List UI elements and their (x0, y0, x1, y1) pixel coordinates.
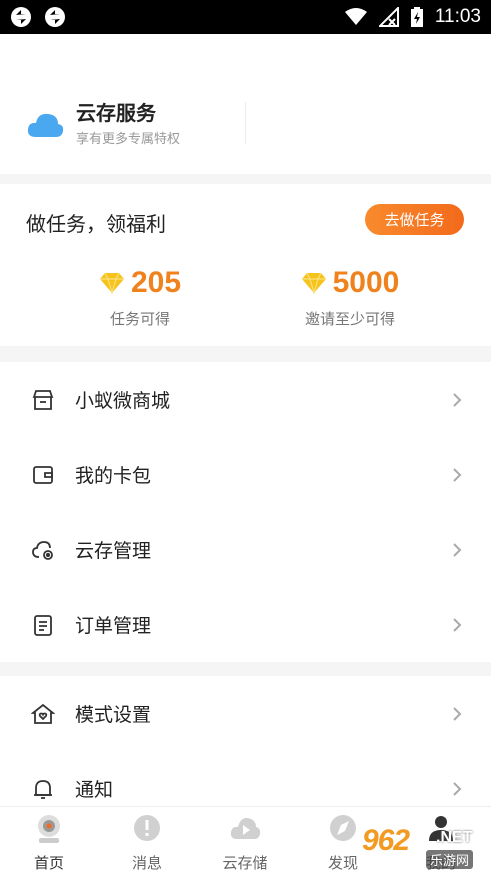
status-bar: 11:03 (0, 0, 491, 34)
sync-icon (10, 6, 32, 28)
bell-icon (31, 777, 55, 801)
chevron-right-icon (451, 706, 463, 722)
task-reward-value: 205 (130, 266, 182, 299)
no-signal-icon (378, 7, 399, 27)
status-time: 11:03 (434, 6, 481, 27)
wallet-icon (31, 463, 55, 487)
sync-icon (44, 6, 66, 28)
cloud-settings-icon (31, 538, 55, 562)
menu-item-mode-settings[interactable]: 模式设置 (0, 676, 491, 751)
chevron-right-icon (451, 467, 463, 483)
cloud-service-title: 云存服务 (76, 101, 156, 125)
diamond-icon (301, 272, 327, 296)
compass-icon (327, 813, 359, 845)
menu-label: 模式设置 (75, 704, 152, 726)
watermark-suffix: .NET (436, 829, 473, 846)
diamond-icon (99, 272, 125, 296)
task-reward-label: 任务可得 (109, 310, 170, 328)
tab-messages[interactable]: 消息 (98, 807, 196, 874)
task-panel: 做任务，领福利 去做任务 205 任务可得 5000 邀请至少可得 (0, 184, 491, 346)
tab-home[interactable]: 首页 (0, 807, 98, 874)
menu-label: 订单管理 (75, 615, 152, 637)
camera-icon (33, 813, 65, 845)
divider (245, 102, 246, 144)
tab-cloud-storage[interactable]: 云存储 (196, 807, 294, 874)
task-title: 做任务，领福利 (26, 212, 166, 236)
shop-icon (31, 388, 55, 412)
watermark-subtitle: 乐游网 (426, 850, 474, 869)
menu-item-cloud-manage[interactable]: 云存管理 (0, 512, 491, 587)
watermark-logo: 962 (362, 824, 410, 857)
menu-label: 我的卡包 (75, 465, 152, 487)
menu-label: 小蚁微商城 (75, 390, 171, 412)
menu-label: 云存管理 (75, 540, 152, 562)
tab-label: 首页 (33, 854, 64, 872)
cloud-play-icon (229, 813, 261, 845)
cloud-service-card[interactable]: 云存服务 享有更多专属特权 (26, 100, 180, 147)
message-icon (131, 813, 163, 845)
menu-group-1: 小蚁微商城 我的卡包 云存管理 订单管理 (0, 362, 491, 662)
cloud-service-subtitle: 享有更多专属特权 (76, 132, 181, 147)
cloud-icon (26, 109, 64, 139)
menu-item-orders[interactable]: 订单管理 (0, 587, 491, 662)
tab-label: 云存储 (222, 854, 268, 872)
home-heart-icon (30, 702, 56, 726)
menu-item-wallet[interactable]: 我的卡包 (0, 437, 491, 512)
chevron-right-icon (451, 542, 463, 558)
do-tasks-button[interactable]: 去做任务 (365, 204, 464, 235)
bottom-tab-bar: 首页 消息 云存储 发现 我的 (0, 806, 491, 874)
menu-item-shop[interactable]: 小蚁微商城 (0, 362, 491, 437)
invite-reward-label: 邀请至少可得 (304, 310, 395, 328)
order-icon (31, 613, 55, 637)
chevron-right-icon (451, 392, 463, 408)
cloud-text: 云存服务 享有更多专属特权 (76, 100, 180, 147)
chevron-right-icon (451, 781, 463, 797)
menu-label: 通知 (75, 779, 114, 801)
chevron-right-icon (451, 617, 463, 633)
tab-label: 消息 (131, 854, 162, 872)
battery-icon (410, 7, 423, 27)
task-reward-stat[interactable]: 205 任务可得 (80, 266, 200, 329)
menu-group-2: 模式设置 通知 (0, 676, 491, 806)
invite-reward-value: 5000 (332, 266, 400, 299)
wifi-icon (344, 8, 367, 26)
invite-reward-stat[interactable]: 5000 邀请至少可得 (285, 266, 415, 329)
